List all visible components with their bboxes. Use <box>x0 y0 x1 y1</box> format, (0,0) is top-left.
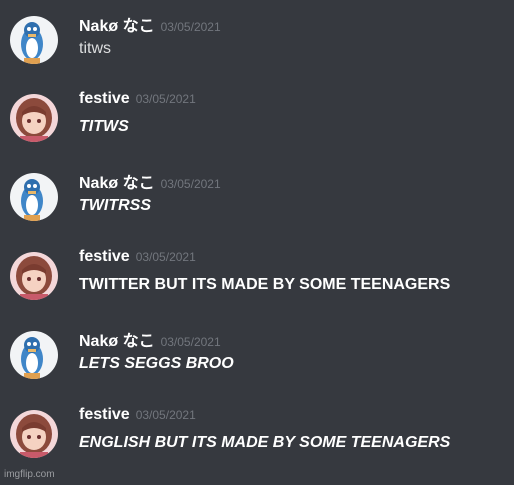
timestamp: 03/05/2021 <box>135 92 196 106</box>
penguin-avatar-icon[interactable] <box>10 331 58 379</box>
message-item: Nakø なこ 03/05/2021 LETS SEGGS BROO <box>0 325 514 403</box>
message-text: LETS SEGGS BROO <box>79 355 234 372</box>
message-header: festive 03/05/2021 <box>79 90 196 108</box>
message-header: Nakø なこ 03/05/2021 <box>79 327 221 351</box>
anime-girl-avatar-icon[interactable] <box>10 410 58 458</box>
username[interactable]: festive <box>79 406 130 423</box>
message-text: TWITRSS <box>79 197 151 214</box>
message-header: festive 03/05/2021 <box>79 248 196 266</box>
username[interactable]: festive <box>79 90 130 107</box>
message-header: Nakø なこ 03/05/2021 <box>79 12 221 36</box>
timestamp: 03/05/2021 <box>135 250 196 264</box>
timestamp: 03/05/2021 <box>135 408 196 422</box>
watermark: imgflip.com <box>4 469 55 480</box>
timestamp: 03/05/2021 <box>160 20 221 34</box>
username[interactable]: festive <box>79 248 130 265</box>
message-text: ENGLISH BUT ITS MADE BY SOME TEENAGERS <box>79 434 451 451</box>
penguin-avatar-icon[interactable] <box>10 16 58 64</box>
anime-girl-avatar-icon[interactable] <box>10 94 58 142</box>
message-header: Nakø なこ 03/05/2021 <box>79 169 221 193</box>
message-item: Nakø なこ 03/05/2021 TWITRSS <box>0 167 514 245</box>
timestamp: 03/05/2021 <box>160 177 221 191</box>
username[interactable]: Nakø なこ <box>79 175 155 192</box>
username[interactable]: Nakø なこ <box>79 333 155 350</box>
penguin-avatar-icon[interactable] <box>10 173 58 221</box>
message-header: festive 03/05/2021 <box>79 406 196 424</box>
message-text: TWITTER BUT ITS MADE BY SOME TEENAGERS <box>79 276 451 293</box>
message-item: festive 03/05/2021 TITWS <box>0 88 514 166</box>
anime-girl-avatar-icon[interactable] <box>10 252 58 300</box>
timestamp: 03/05/2021 <box>160 335 221 349</box>
message-item: Nakø なこ 03/05/2021 titws <box>0 10 514 88</box>
message-text: titws <box>79 40 111 57</box>
message-item: festive 03/05/2021 TWITTER BUT ITS MADE B… <box>0 246 514 324</box>
message-item: festive 03/05/2021 ENGLISH BUT ITS MADE B… <box>0 404 514 482</box>
username[interactable]: Nakø なこ <box>79 18 155 35</box>
message-text: TITWS <box>79 118 129 135</box>
